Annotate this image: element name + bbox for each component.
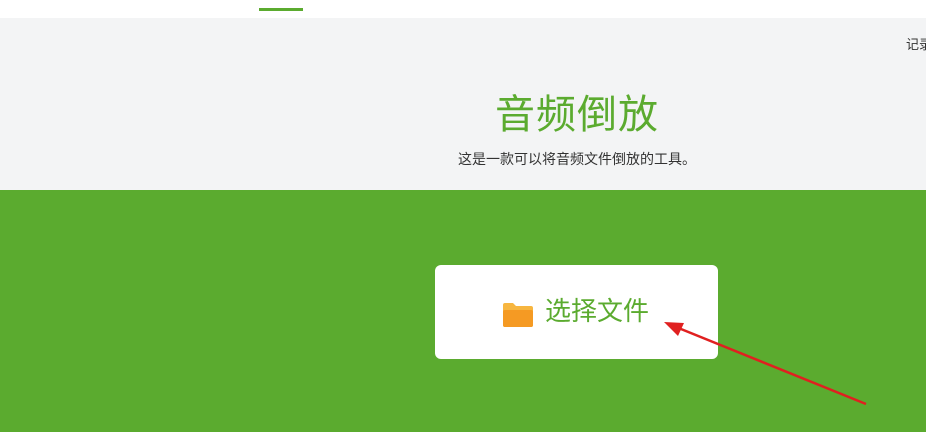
folder-icon [503,303,533,327]
select-file-label: 选择文件 [545,297,650,327]
top-nav-bar [0,0,926,18]
page: 记录 音频倒放 这是一款可以将音频文件倒放的工具。 选择文件 [0,0,926,432]
active-tab-indicator [259,8,303,11]
record-link[interactable]: 记录 [906,34,926,53]
page-subtitle: 这是一款可以将音频文件倒放的工具。 [458,152,696,168]
select-file-button[interactable]: 选择文件 [435,265,718,359]
page-title: 音频倒放 [495,92,659,138]
